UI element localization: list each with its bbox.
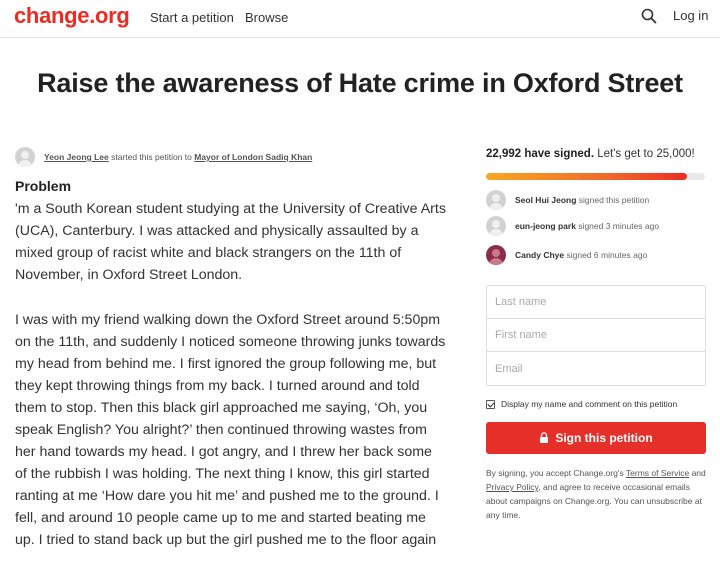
signer-meta: signed 3 minutes ago xyxy=(575,221,660,231)
problem-heading: Problem xyxy=(15,178,72,194)
display-name-option: Display my name and comment on this peti… xyxy=(486,398,716,412)
terms-of-service-link[interactable]: Terms of Service xyxy=(626,468,689,478)
signature-progress-fill xyxy=(486,173,688,180)
legal-disclaimer: By signing, you accept Change.org's Term… xyxy=(486,466,708,522)
change-org-logo[interactable]: change.org xyxy=(14,3,130,29)
search-icon[interactable] xyxy=(640,7,658,25)
legal-text-1: By signing, you accept Change.org's xyxy=(486,468,626,478)
browse-link[interactable]: Browse xyxy=(245,10,288,25)
petition-starter: Yeon Jeong Lee started this petition to … xyxy=(15,147,445,167)
display-name-label: Display my name and comment on this peti… xyxy=(501,399,678,409)
starter-avatar xyxy=(15,147,35,167)
recent-signer: Candy Chye signed 6 minutes ago xyxy=(486,245,716,265)
signer-name: Seol Hui Jeong xyxy=(515,195,577,205)
signer-avatar xyxy=(486,190,506,210)
login-link[interactable]: Log in xyxy=(673,8,708,23)
last-name-input[interactable] xyxy=(487,286,705,319)
starter-name-link[interactable]: Yeon Jeong Lee xyxy=(44,152,109,162)
starter-line: Yeon Jeong Lee started this petition to … xyxy=(44,152,312,162)
signer-name: Candy Chye xyxy=(515,250,565,260)
site-header: change.org Start a petition Browse Log i… xyxy=(0,0,720,38)
petition-target-link[interactable]: Mayor of London Sadiq Khan xyxy=(194,152,312,162)
lock-icon xyxy=(540,432,549,443)
signer-entry: Seol Hui Jeong signed this petition xyxy=(515,195,649,205)
petition-title: Raise the awareness of Hate crime in Oxf… xyxy=(37,68,683,98)
signer-entry: Candy Chye signed 6 minutes ago xyxy=(515,250,647,260)
start-petition-link[interactable]: Start a petition xyxy=(150,10,234,25)
signer-entry: eun-jeong park signed 3 minutes ago xyxy=(515,221,659,231)
privacy-policy-link[interactable]: Privacy Policy xyxy=(486,482,538,492)
signer-avatar xyxy=(486,245,506,265)
starter-middle-text: started this petition to xyxy=(108,152,195,162)
sign-petition-label: Sign this petition xyxy=(555,431,653,445)
signature-count: 22,992 have signed. Let's get to 25,000! xyxy=(486,148,695,160)
sign-petition-button[interactable]: Sign this petition xyxy=(486,422,706,454)
signature-goal-text: Let's get to 25,000! xyxy=(594,148,695,160)
signer-name: eun-jeong park xyxy=(515,221,576,231)
signer-avatar xyxy=(486,216,506,236)
signer-meta: signed 6 minutes ago xyxy=(564,250,648,260)
recent-signer: eun-jeong park signed 3 minutes ago xyxy=(486,216,716,236)
signer-meta: signed this petition xyxy=(576,195,650,205)
first-name-input[interactable] xyxy=(487,319,705,352)
sign-form xyxy=(486,285,706,386)
legal-text-2: and xyxy=(689,468,706,478)
signed-count-text: 22,992 have signed. xyxy=(486,148,595,160)
recent-signer: Seol Hui Jeong signed this petition xyxy=(486,190,716,210)
signature-progress-bar xyxy=(486,173,705,180)
petition-paragraph-1: 'm a South Korean student studying at th… xyxy=(15,201,446,283)
display-name-checkbox[interactable] xyxy=(486,400,495,409)
email-input[interactable] xyxy=(487,352,705,385)
petition-paragraph-2: I was with my friend walking down the Ox… xyxy=(15,312,446,548)
